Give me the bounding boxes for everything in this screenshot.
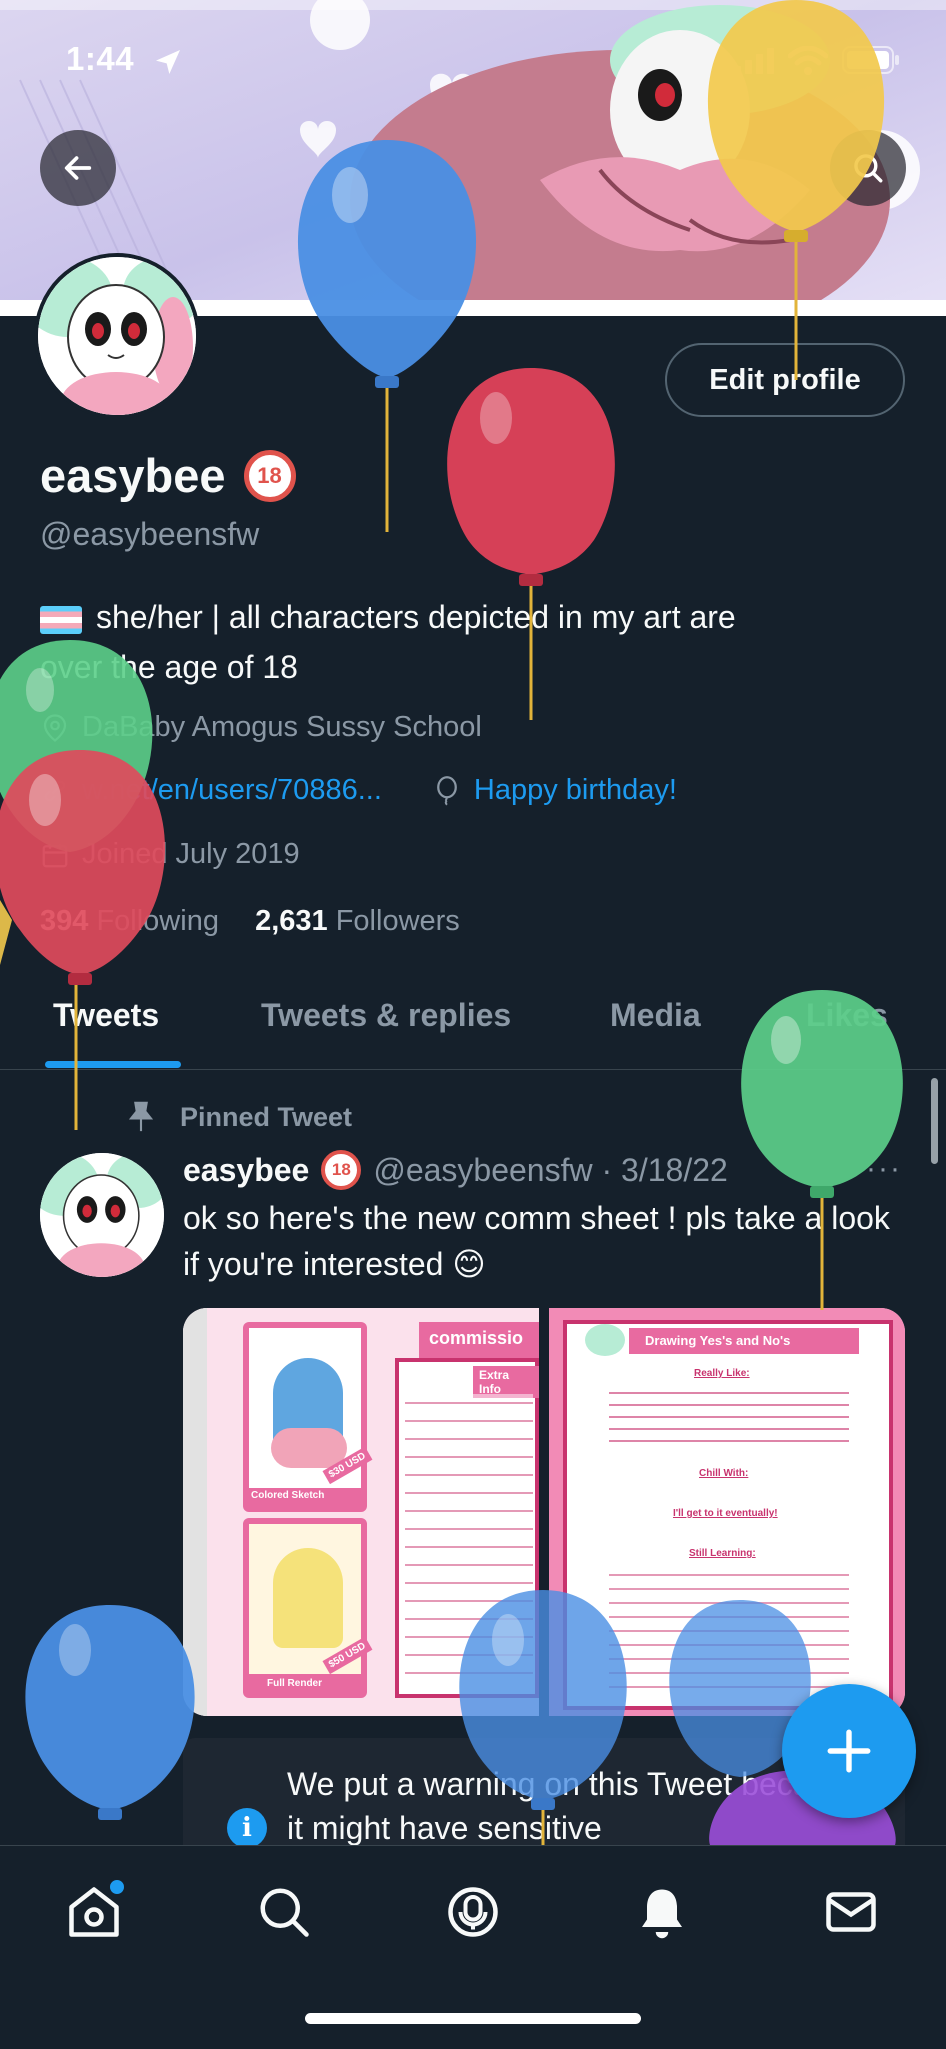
wifi-icon [788, 46, 828, 75]
joined-text: Joined July 2019 [82, 838, 300, 870]
follow-stats: 394 Following 2,631 Followers [40, 905, 460, 938]
sheet-really-like: Really Like: [694, 1368, 750, 1379]
spaces-icon [448, 1887, 498, 1937]
pinned-tweet-label: Pinned Tweet [124, 1100, 352, 1134]
nav-messages[interactable] [821, 1882, 881, 1942]
scrollbar[interactable] [931, 1078, 938, 1164]
tab-tweets-replies[interactable]: Tweets & replies [261, 997, 511, 1034]
home-indicator[interactable] [305, 2013, 641, 2024]
balloon-red-left [0, 750, 165, 1130]
display-name: easybee [40, 449, 226, 502]
tab-likes[interactable]: Likes [806, 997, 888, 1034]
location-arrow-icon [156, 50, 180, 74]
profile-avatar[interactable] [34, 253, 200, 419]
bio-line-1: she/her | all characters depicted in my … [96, 599, 736, 635]
compose-tweet-button[interactable] [782, 1684, 916, 1818]
info-icon: i [227, 1808, 267, 1848]
birthday-text[interactable]: Happy birthday! [474, 774, 677, 807]
nav-spaces[interactable] [443, 1882, 503, 1942]
tweet-header: easybee 18 @easybeensfw · 3/18/22 [183, 1150, 728, 1190]
battery-icon [842, 46, 899, 74]
sheet-chill-with: Chill With: [699, 1468, 749, 1479]
edit-profile-button[interactable]: Edit profile [665, 343, 905, 417]
profile-bio: she/her | all characters depicted in my … [40, 592, 900, 692]
nav-home[interactable] [64, 1878, 126, 1942]
profile-links-row: w.net/en/users/70886... Happy birthday! [40, 774, 677, 807]
status-time: 1:44 [66, 40, 135, 77]
location-text: DaBaby Amogus Sussy School [82, 711, 482, 743]
balloon-blue-bottom-left [25, 1605, 195, 1820]
sheet-still-learning: Still Learning: [689, 1548, 756, 1559]
back-button[interactable] [40, 130, 116, 206]
nav-notifications[interactable] [632, 1882, 692, 1942]
sheet-title-yes-no: Drawing Yes's and No's [645, 1333, 791, 1348]
profile-name: easybee 18 [40, 448, 296, 503]
search-icon [854, 154, 883, 183]
sheet-label-colored-sketch: Colored Sketch [251, 1490, 325, 1501]
pin-icon [128, 1101, 154, 1132]
profile-tabs: Tweets Tweets & replies Media Likes [0, 983, 946, 1070]
commission-sheet-left[interactable]: Colored Sketch $30 USD Full Render $50 U… [183, 1308, 539, 1716]
tweet-media[interactable]: Colored Sketch $30 USD Full Render $50 U… [183, 1308, 905, 1716]
sheet-title-commissions: commissio [429, 1328, 524, 1348]
home-notification-dot [108, 1878, 126, 1896]
search-icon [260, 1888, 309, 1937]
cellular-signal-icon [734, 48, 774, 74]
calendar-icon [42, 843, 68, 867]
trans-flag-icon [40, 605, 82, 634]
following-label: Following [96, 905, 219, 937]
sheet-label-full-render: Full Render [267, 1678, 323, 1689]
messages-icon [826, 1892, 876, 1932]
tweet-handle-date: @easybeensfw · 3/18/22 [373, 1151, 728, 1188]
plus-icon [827, 1729, 871, 1773]
tweet-author-avatar[interactable] [40, 1153, 164, 1277]
tweet-more-button[interactable]: ··· [866, 1152, 902, 1186]
nav-search[interactable] [254, 1882, 314, 1942]
following-count: 394 [40, 905, 89, 937]
followers-count: 2,631 [255, 905, 328, 937]
avatar-image [40, 1153, 164, 1277]
tweet-author-name[interactable]: easybee [183, 1152, 309, 1189]
link-icon [44, 780, 66, 801]
profile-joined: Joined July 2019 [40, 838, 300, 871]
tweet-text: ok so here's the new comm sheet ! pls ta… [183, 1200, 890, 1282]
tab-media[interactable]: Media [610, 997, 701, 1034]
followers-label: Followers [335, 905, 460, 937]
pinned-text: Pinned Tweet [180, 1101, 353, 1132]
commission-sheet-right[interactable]: Drawing Yes's and No's Really Like: Chil… [549, 1308, 905, 1716]
notifications-icon [642, 1889, 682, 1939]
age-restriction-icon: 18 [243, 449, 296, 502]
website-link[interactable]: w.net/en/users/70886... [82, 774, 382, 807]
following-link[interactable]: 394 Following [40, 905, 219, 937]
profile-handle: @easybeensfw [40, 516, 260, 552]
location-pin-icon [43, 713, 67, 742]
sheet-eventually: I'll get to it eventually! [673, 1508, 778, 1519]
avatar-image [38, 257, 196, 415]
search-button[interactable] [830, 130, 906, 206]
bio-line-2: over the age of 18 [40, 649, 298, 685]
balloon-icon [437, 775, 457, 805]
arrow-left-icon [64, 156, 92, 180]
age-restriction-icon: 18 [321, 1150, 362, 1190]
status-bar: 1:44 [0, 0, 946, 120]
profile-location: DaBaby Amogus Sussy School [40, 711, 482, 744]
tab-tweets[interactable]: Tweets [53, 997, 159, 1034]
followers-link[interactable]: 2,631 Followers [255, 905, 460, 937]
active-tab-indicator [45, 1061, 181, 1068]
